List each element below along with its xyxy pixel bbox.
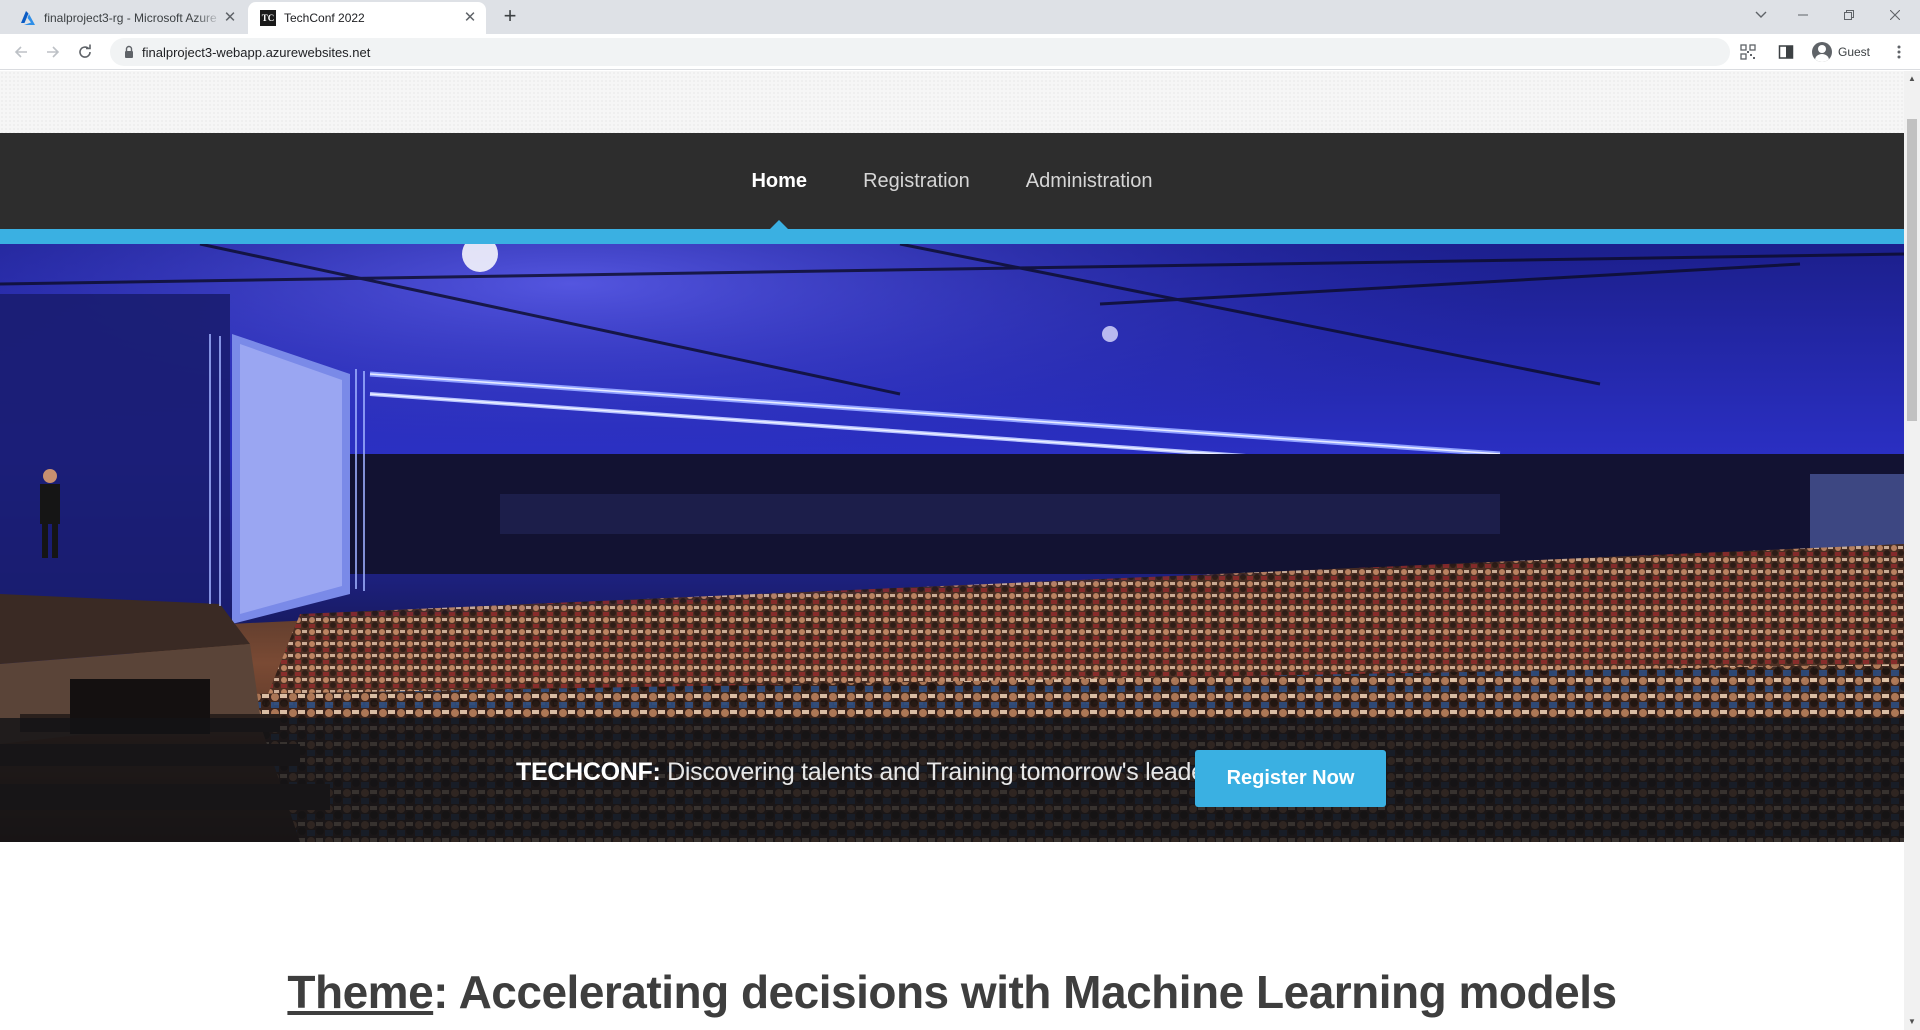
page-header-strip — [0, 71, 1904, 133]
restore-icon[interactable] — [1826, 0, 1872, 30]
minimize-icon[interactable] — [1780, 0, 1826, 30]
profile-label: Guest — [1838, 45, 1871, 59]
theme-text: : Accelerating decisions with Machine Le… — [433, 966, 1617, 1018]
tab-title: TechConf 2022 — [284, 11, 365, 25]
qr-code-icon[interactable] — [1738, 42, 1758, 62]
banner-message: TECHCONF: Discovering talents and Traini… — [516, 758, 1225, 787]
register-now-button[interactable]: Register Now — [1195, 750, 1386, 807]
close-tab-icon[interactable]: ✕ — [222, 10, 238, 26]
theme-keyword: Theme — [287, 966, 434, 1018]
close-window-icon[interactable] — [1872, 0, 1918, 30]
tab-search-icon[interactable] — [1738, 0, 1784, 30]
reload-icon[interactable] — [73, 40, 97, 64]
side-panel-icon[interactable] — [1776, 42, 1796, 62]
new-tab-button[interactable]: + — [498, 5, 522, 29]
hero-banner: TECHCONF: Discovering talents and Traini… — [0, 718, 1904, 842]
nav-administration[interactable]: Administration — [998, 133, 1181, 229]
tab-azure[interactable]: finalproject3-rg - Microsoft Azure ✕ — [8, 2, 246, 34]
address-bar[interactable]: finalproject3-webapp.azurewebsites.net — [110, 38, 1730, 66]
browser-toolbar: finalproject3-webapp.azurewebsites.net G… — [0, 34, 1920, 70]
back-icon[interactable] — [9, 40, 33, 64]
lock-icon[interactable] — [122, 45, 136, 59]
nav-registration[interactable]: Registration — [835, 133, 998, 229]
forward-icon[interactable] — [41, 40, 65, 64]
scrollbar-thumb[interactable] — [1907, 119, 1917, 421]
scroll-up-icon[interactable]: ▲ — [1904, 71, 1920, 87]
scroll-down-icon[interactable]: ▼ — [1904, 1014, 1920, 1030]
url-text: finalproject3-webapp.azurewebsites.net — [142, 45, 371, 60]
theme-heading: Theme: Accelerating decisions with Machi… — [0, 965, 1904, 1019]
site-nav: Home Registration Administration — [0, 133, 1904, 229]
techconf-favicon: TC — [260, 10, 276, 26]
tab-techconf[interactable]: TC TechConf 2022 ✕ — [248, 2, 486, 34]
hero-image: TECHCONF: Discovering talents and Traini… — [0, 244, 1904, 842]
azure-logo-icon — [20, 10, 36, 26]
tab-title: finalproject3-rg - Microsoft Azure — [44, 11, 217, 25]
page-viewport: Home Registration Administration TECHCON… — [0, 71, 1904, 1030]
nav-home[interactable]: Home — [723, 133, 835, 229]
profile-button[interactable]: Guest — [1808, 38, 1882, 66]
close-tab-icon[interactable]: ✕ — [462, 10, 478, 26]
nav-accent-bar — [0, 229, 1904, 244]
tagline: Discovering talents and Training tomorro… — [660, 758, 1225, 786]
brand-label: TECHCONF: — [516, 758, 661, 786]
page-scrollbar[interactable]: ▲ ▼ — [1904, 71, 1920, 1030]
more-menu-icon[interactable] — [1889, 42, 1909, 62]
tab-strip: finalproject3-rg - Microsoft Azure ✕ TC … — [0, 0, 1920, 34]
avatar-icon — [1812, 42, 1832, 62]
